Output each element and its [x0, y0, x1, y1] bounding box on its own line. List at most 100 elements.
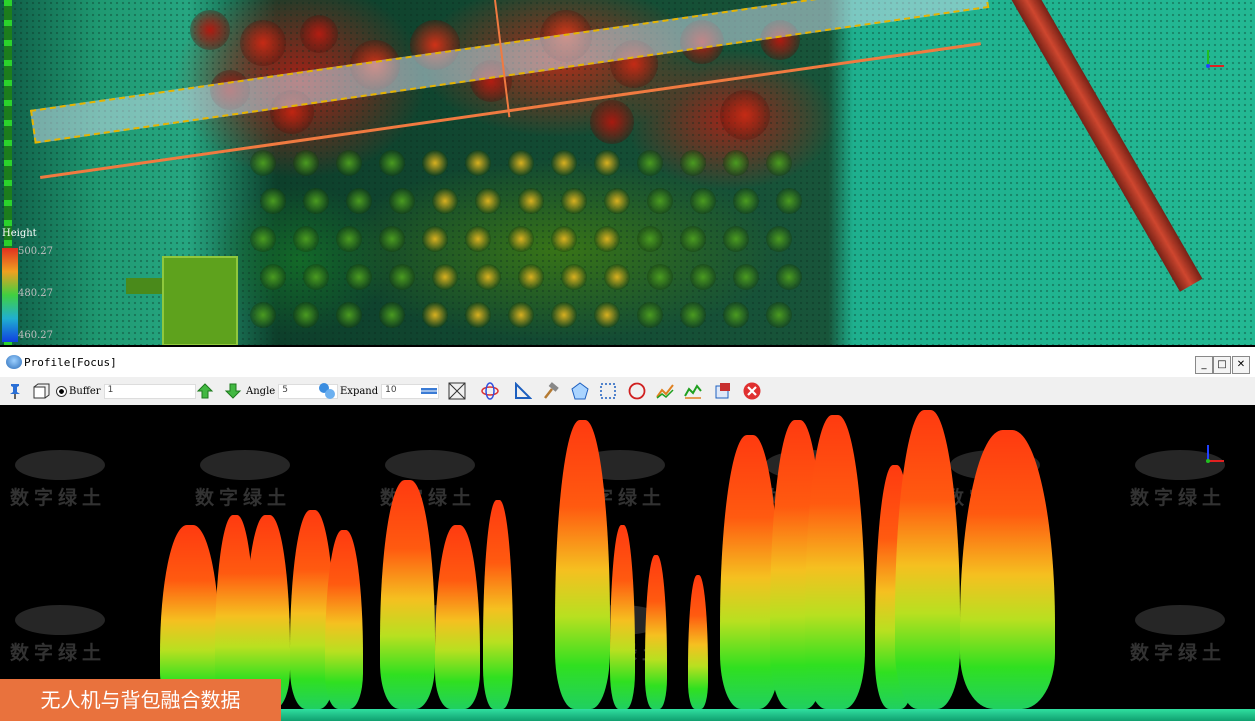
polygon-select-icon — [571, 382, 589, 400]
tree-crown — [300, 15, 338, 53]
orchard-tree — [723, 302, 749, 328]
export-icon — [715, 383, 730, 399]
orchard-tree — [422, 150, 448, 176]
box-select-button[interactable] — [448, 381, 466, 401]
tree-profile — [610, 525, 635, 709]
orchard-tree — [250, 226, 276, 252]
orchard-tree — [260, 264, 286, 290]
orchard-tree — [723, 226, 749, 252]
top-point-cloud-view[interactable]: Height 500.27 480.27 460.27 — [0, 0, 1255, 345]
legend-color-bar — [2, 248, 18, 342]
hammer-button[interactable] — [542, 381, 560, 401]
close-window-button[interactable]: ✕ — [1232, 356, 1250, 374]
buffer-input[interactable]: 1 — [103, 383, 196, 399]
close-tool-button[interactable] — [743, 381, 761, 401]
hammer-icon — [544, 382, 559, 399]
rotate-button[interactable] — [481, 381, 499, 401]
line-measure-icon — [656, 384, 674, 399]
rect-select-icon — [600, 383, 616, 399]
orchard-tree — [518, 188, 544, 214]
watermark-logo — [15, 450, 105, 480]
orchard-tree — [293, 150, 319, 176]
orchard-tree — [260, 188, 286, 214]
pin-icon — [10, 384, 20, 399]
rotate-icon — [481, 382, 499, 400]
profile-measure-icon — [684, 384, 702, 399]
tree-crown — [720, 90, 770, 140]
legend-max: 500.27 — [18, 246, 53, 257]
orchard-tree — [475, 264, 501, 290]
expand-icon — [319, 383, 335, 399]
orchard-tree — [303, 264, 329, 290]
view-cube-icon — [33, 383, 50, 399]
orchard-tree — [389, 264, 415, 290]
orchard-tree — [647, 264, 673, 290]
down-button[interactable] — [224, 381, 242, 401]
legend-min: 460.27 — [18, 330, 53, 341]
profile-axis-gizmo-icon — [1206, 445, 1224, 463]
watermark-text: 数字绿土 — [10, 487, 107, 509]
angle-label: Angle — [246, 385, 276, 397]
orchard-tree — [680, 150, 706, 176]
tree-profile — [435, 525, 480, 709]
orchard-tree — [551, 226, 577, 252]
orchard-tree — [690, 188, 716, 214]
orchard-tree — [336, 150, 362, 176]
profile-titlebar: Profile[Focus] _ □ ✕ — [0, 347, 1255, 378]
angle-measure-button[interactable] — [514, 381, 532, 401]
orchard-tree — [637, 226, 663, 252]
orchard-tree — [776, 264, 802, 290]
tree-profile — [645, 555, 667, 709]
orchard-tree — [346, 264, 372, 290]
orchard-tree — [604, 264, 630, 290]
watermark-logo — [15, 605, 105, 635]
profile-window: Profile[Focus] _ □ ✕ Buffer 1 Angle 5 Ex… — [0, 347, 1255, 721]
orchard-tree — [508, 302, 534, 328]
orchard-tree — [432, 188, 458, 214]
circle-select-button[interactable] — [628, 381, 646, 401]
tree-profile — [895, 410, 960, 709]
buffer-radio[interactable] — [56, 385, 67, 397]
ruler-icon — [421, 388, 437, 394]
orchard-tree — [250, 302, 276, 328]
maximize-button[interactable]: □ — [1213, 356, 1231, 374]
orchard-tree — [465, 226, 491, 252]
view-cube-button[interactable] — [32, 381, 50, 401]
orchard-tree — [766, 226, 792, 252]
tree-profile — [688, 575, 708, 709]
orchard-tree — [336, 226, 362, 252]
buffer-control[interactable]: Buffer 1 — [56, 381, 196, 401]
up-button[interactable] — [196, 381, 214, 401]
rect-select-button[interactable] — [599, 381, 617, 401]
orchard-tree — [594, 302, 620, 328]
app-logo-icon — [6, 355, 22, 369]
orchard-tree — [389, 188, 415, 214]
line-measure-button[interactable] — [656, 381, 674, 401]
arrow-down-icon — [224, 383, 242, 399]
orchard-tree — [465, 150, 491, 176]
minimize-button[interactable]: _ — [1195, 356, 1213, 374]
caption-banner: 无人机与背包融合数据 — [0, 679, 281, 721]
profile-canvas[interactable]: 数字绿土数字绿土数字绿土数字绿土数字绿土数字绿土数字绿土数字绿土数字绿土数字绿土… — [0, 405, 1255, 721]
export-button[interactable] — [714, 381, 732, 401]
pin-button[interactable] — [6, 381, 24, 401]
window-title: Profile[Focus] — [24, 356, 117, 369]
orchard-tree — [465, 302, 491, 328]
orchard-tree — [690, 264, 716, 290]
orchard-tree — [508, 226, 534, 252]
legend-title: Height — [2, 228, 37, 239]
building-annex — [126, 278, 166, 294]
orchard-tree — [680, 226, 706, 252]
orchard-tree — [303, 188, 329, 214]
ruler-button[interactable] — [420, 381, 438, 401]
watermark-logo — [200, 450, 290, 480]
watermark-text: 数字绿土 — [10, 642, 107, 664]
polygon-select-button[interactable] — [571, 381, 589, 401]
orchard-tree — [561, 188, 587, 214]
orchard-tree — [776, 188, 802, 214]
orchard-tree — [551, 302, 577, 328]
watermark-text: 数字绿土 — [195, 487, 292, 509]
profile-measure-button[interactable] — [684, 381, 702, 401]
ground-points — [280, 709, 1255, 721]
close-red-icon — [743, 382, 761, 400]
